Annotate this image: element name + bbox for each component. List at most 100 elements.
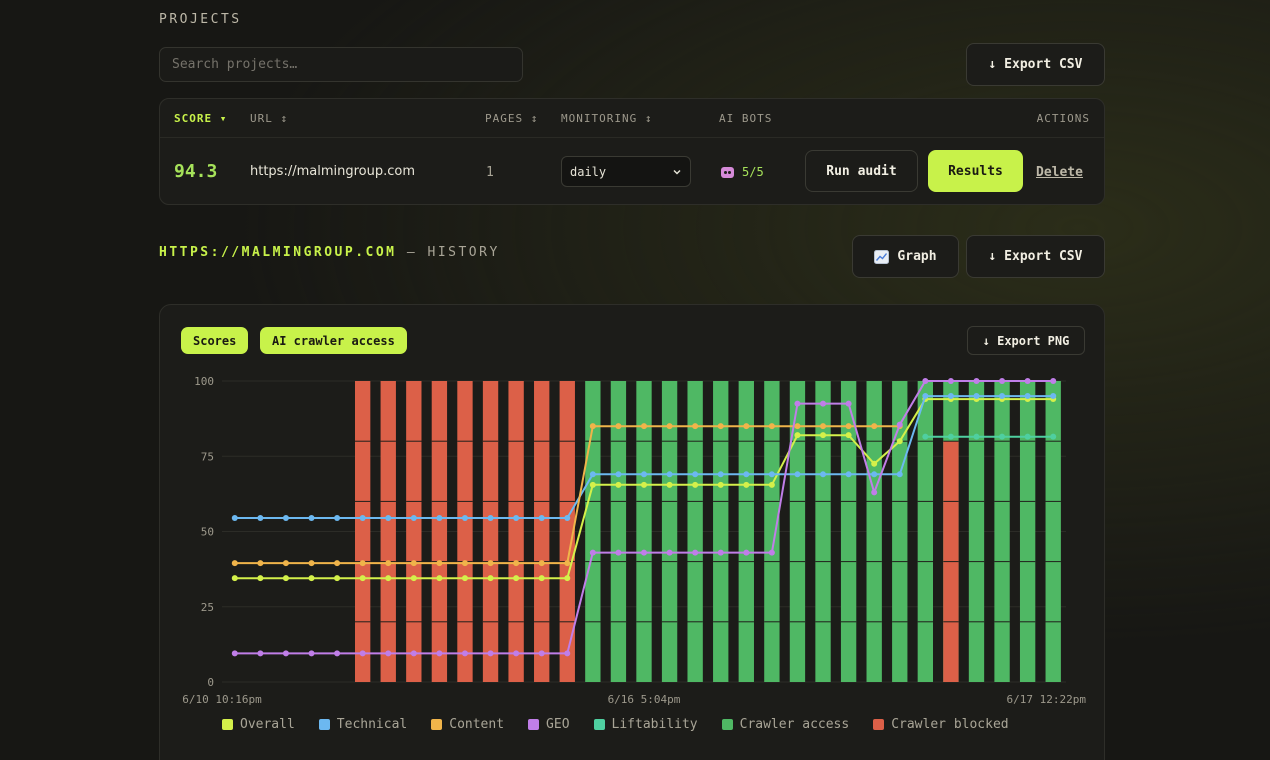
legend-label: GEO <box>546 717 570 732</box>
data-point-geo <box>768 549 775 556</box>
data-point-overall <box>692 481 699 488</box>
data-point-geo <box>666 549 673 556</box>
data-point-geo <box>282 650 289 657</box>
data-point-technical <box>922 393 929 400</box>
column-url[interactable]: URL ↕ <box>250 112 288 125</box>
history-export-csv-button[interactable]: ↓ Export CSV <box>966 235 1105 278</box>
data-point-overall <box>257 575 264 582</box>
column-score[interactable]: SCORE ▾ <box>174 112 227 125</box>
legend-swatch <box>873 719 885 730</box>
column-monitoring[interactable]: MONITORING ↕ <box>561 112 652 125</box>
data-point-liftability <box>1024 433 1031 440</box>
data-point-content <box>410 560 417 567</box>
data-point-content <box>589 423 596 430</box>
data-point-content <box>359 560 366 567</box>
crawler-access-bar <box>994 381 1010 682</box>
legend-item: Overall <box>222 717 295 732</box>
data-point-geo <box>385 650 392 657</box>
data-point-overall <box>461 575 468 582</box>
data-point-technical <box>410 514 417 521</box>
crawler-access-bar <box>917 381 934 682</box>
data-point-technical <box>794 471 801 478</box>
delete-link[interactable]: Delete <box>1036 165 1083 180</box>
project-url[interactable]: https://malmingroup.com <box>250 164 415 179</box>
data-point-overall <box>589 481 596 488</box>
legend-item: Crawler blocked <box>873 717 1009 732</box>
chart-legend: Overall Technical Content GEO Liftabilit… <box>222 717 1009 732</box>
data-point-content <box>564 560 571 567</box>
data-point-technical <box>385 514 392 521</box>
data-point-overall <box>308 575 315 582</box>
data-point-geo <box>794 400 801 407</box>
monitoring-value: daily <box>570 164 607 179</box>
export-png-button[interactable]: ↓ Export PNG <box>967 326 1085 355</box>
data-point-content <box>641 423 647 430</box>
legend-label: Crawler blocked <box>891 717 1009 732</box>
data-point-technical <box>513 514 520 521</box>
data-point-geo <box>999 378 1006 384</box>
data-point-technical <box>871 471 878 478</box>
search-input[interactable] <box>159 47 523 82</box>
graph-button[interactable]: Graph <box>852 235 959 278</box>
y-tick-label: 50 <box>201 526 214 539</box>
data-point-geo <box>461 650 468 657</box>
chevron-down-icon <box>673 169 681 175</box>
data-point-technical <box>461 514 468 521</box>
export-csv-button[interactable]: ↓ Export CSV <box>966 43 1105 86</box>
data-point-content <box>334 560 341 567</box>
data-point-geo <box>334 650 341 657</box>
data-point-liftability <box>947 433 954 440</box>
data-point-content <box>692 423 699 430</box>
legend-swatch <box>318 719 330 730</box>
crawler-blocked-bar <box>431 381 448 682</box>
data-point-geo <box>589 549 596 556</box>
data-point-overall <box>743 481 750 488</box>
x-tick-label: 6/16 5:04pm <box>608 693 681 706</box>
data-point-content <box>461 560 468 567</box>
crawler-blocked-bar <box>534 381 550 682</box>
data-point-technical <box>896 471 903 478</box>
data-point-content <box>666 423 673 430</box>
legend-label: Content <box>449 717 505 732</box>
data-point-geo <box>820 400 827 407</box>
data-point-content <box>308 560 315 567</box>
history-chart: 0 25 50 75 100 6/10 10:16pm 6/16 5:04pm 6/17 12… <box>182 375 1086 706</box>
data-point-geo <box>1024 378 1031 384</box>
data-point-content <box>538 560 545 567</box>
robot-icon <box>721 166 734 178</box>
data-point-technical <box>743 471 750 478</box>
ai-bots-count: 5/5 <box>742 165 764 179</box>
data-point-geo <box>231 650 238 657</box>
data-point-overall <box>615 481 622 488</box>
legend-item: Liftability <box>593 717 698 732</box>
legend-item: Content <box>431 717 504 732</box>
data-point-technical <box>1024 393 1031 400</box>
data-point-geo <box>947 378 954 384</box>
data-point-overall <box>717 481 724 488</box>
results-button[interactable]: Results <box>928 150 1023 192</box>
data-point-content <box>717 423 724 430</box>
tab-scores[interactable]: Scores <box>181 327 249 354</box>
data-point-content <box>513 560 520 567</box>
data-point-technical <box>820 471 827 478</box>
data-point-geo <box>487 650 494 657</box>
data-point-overall <box>487 575 494 582</box>
data-point-overall <box>538 575 545 582</box>
data-point-overall <box>794 432 801 439</box>
data-point-overall <box>666 481 673 488</box>
data-point-geo <box>717 549 724 556</box>
tab-ai-crawler-access[interactable]: AI crawler access <box>260 327 407 354</box>
data-point-technical <box>1050 393 1057 400</box>
crawler-blocked-bar <box>354 381 371 682</box>
monitoring-select[interactable]: daily <box>561 156 691 187</box>
data-point-content <box>436 560 443 567</box>
data-point-liftability <box>973 433 980 440</box>
table-divider <box>160 137 1104 138</box>
run-audit-button[interactable]: Run audit <box>805 150 918 192</box>
column-pages[interactable]: PAGES ↕ <box>485 112 538 125</box>
legend-label: Liftability <box>611 717 698 732</box>
score-value: 94.3 <box>174 161 218 182</box>
legend-swatch <box>431 719 443 730</box>
chart-icon <box>874 249 890 264</box>
data-point-overall <box>334 575 341 582</box>
